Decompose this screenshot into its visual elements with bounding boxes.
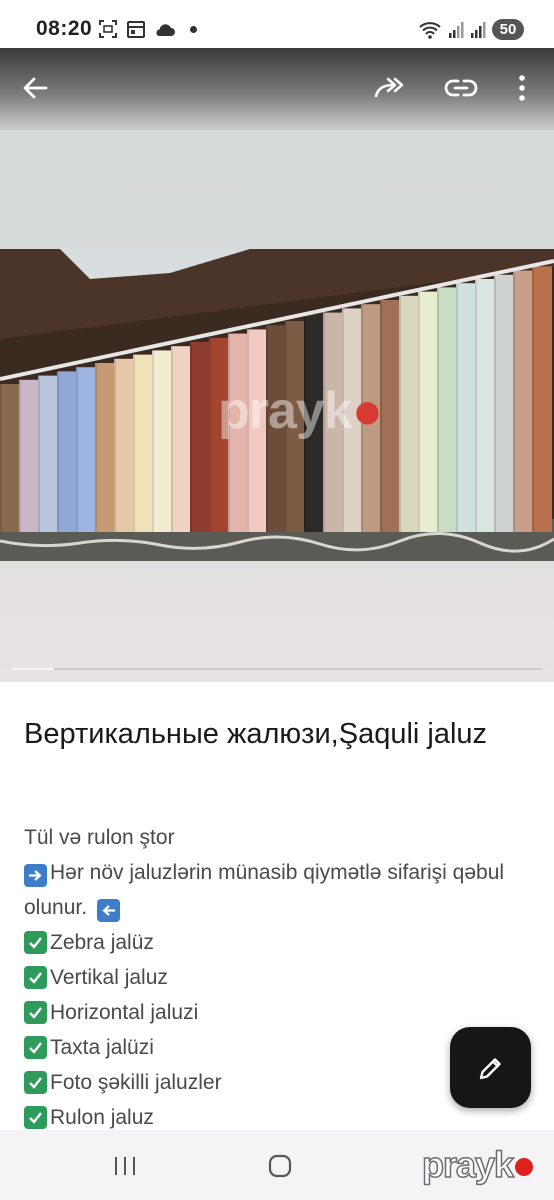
photo-gallery[interactable]: prayk● [0,128,554,682]
screenshot-icon [99,20,117,38]
check-mark-icon [24,1036,47,1059]
recent-apps-button[interactable] [112,1155,138,1182]
photo-watermark: prayk● [218,382,383,440]
signal-icon [449,21,464,38]
home-button[interactable] [268,1154,292,1183]
link-icon [444,79,478,97]
check-mark-icon [24,1071,47,1094]
prayk-logo: prayk [421,1143,534,1186]
listing-photo[interactable]: prayk● [0,249,554,561]
wifi-icon [419,21,441,39]
arrow-left-icon [96,899,120,922]
feature-item: Vertikal jaluz [24,960,534,995]
gallery-progress-track [12,668,542,670]
battery-icon: 50 [492,19,524,40]
arrow-right-icon [24,864,47,887]
system-nav-bar: prayk [0,1130,554,1200]
check-mark-icon [24,931,47,954]
gallery-progress-indicator [12,668,55,670]
check-mark-icon [24,1106,47,1129]
home-icon [268,1154,292,1178]
status-time: 08:20 [36,17,93,40]
app-bar [0,48,554,130]
back-button[interactable] [15,68,55,108]
recent-apps-icon [115,1157,135,1175]
notification-dot-icon [190,25,197,33]
write-message-button[interactable] [450,1027,531,1108]
check-mark-icon [24,1001,47,1024]
status-icons-right: 50 [418,19,524,40]
calendar-icon [127,21,145,38]
pencil-edit-icon [479,1057,501,1079]
check-mark-icon [24,966,47,989]
share-forward-icon [374,77,404,98]
feature-item: Horizontal jaluzi [24,995,534,1030]
logo-dot-icon [515,1158,534,1177]
signal-icon [471,21,486,38]
status-icons-left [98,19,197,39]
share-button[interactable] [370,68,410,108]
copy-link-button[interactable] [441,68,481,108]
description-line: Tül və rulon ştor [24,826,175,849]
feature-item: Zebra jalüz [24,925,534,960]
cloud-icon [156,24,175,36]
listing-title: Вертикальные жалюзи,Şaquli jaluz [24,718,488,750]
more-options-button[interactable] [502,68,542,108]
more-vert-icon [519,75,525,101]
description-line: Hər növ jaluzlərin münasib qiymətlə sifa… [24,855,534,925]
back-arrow-icon [23,77,48,99]
